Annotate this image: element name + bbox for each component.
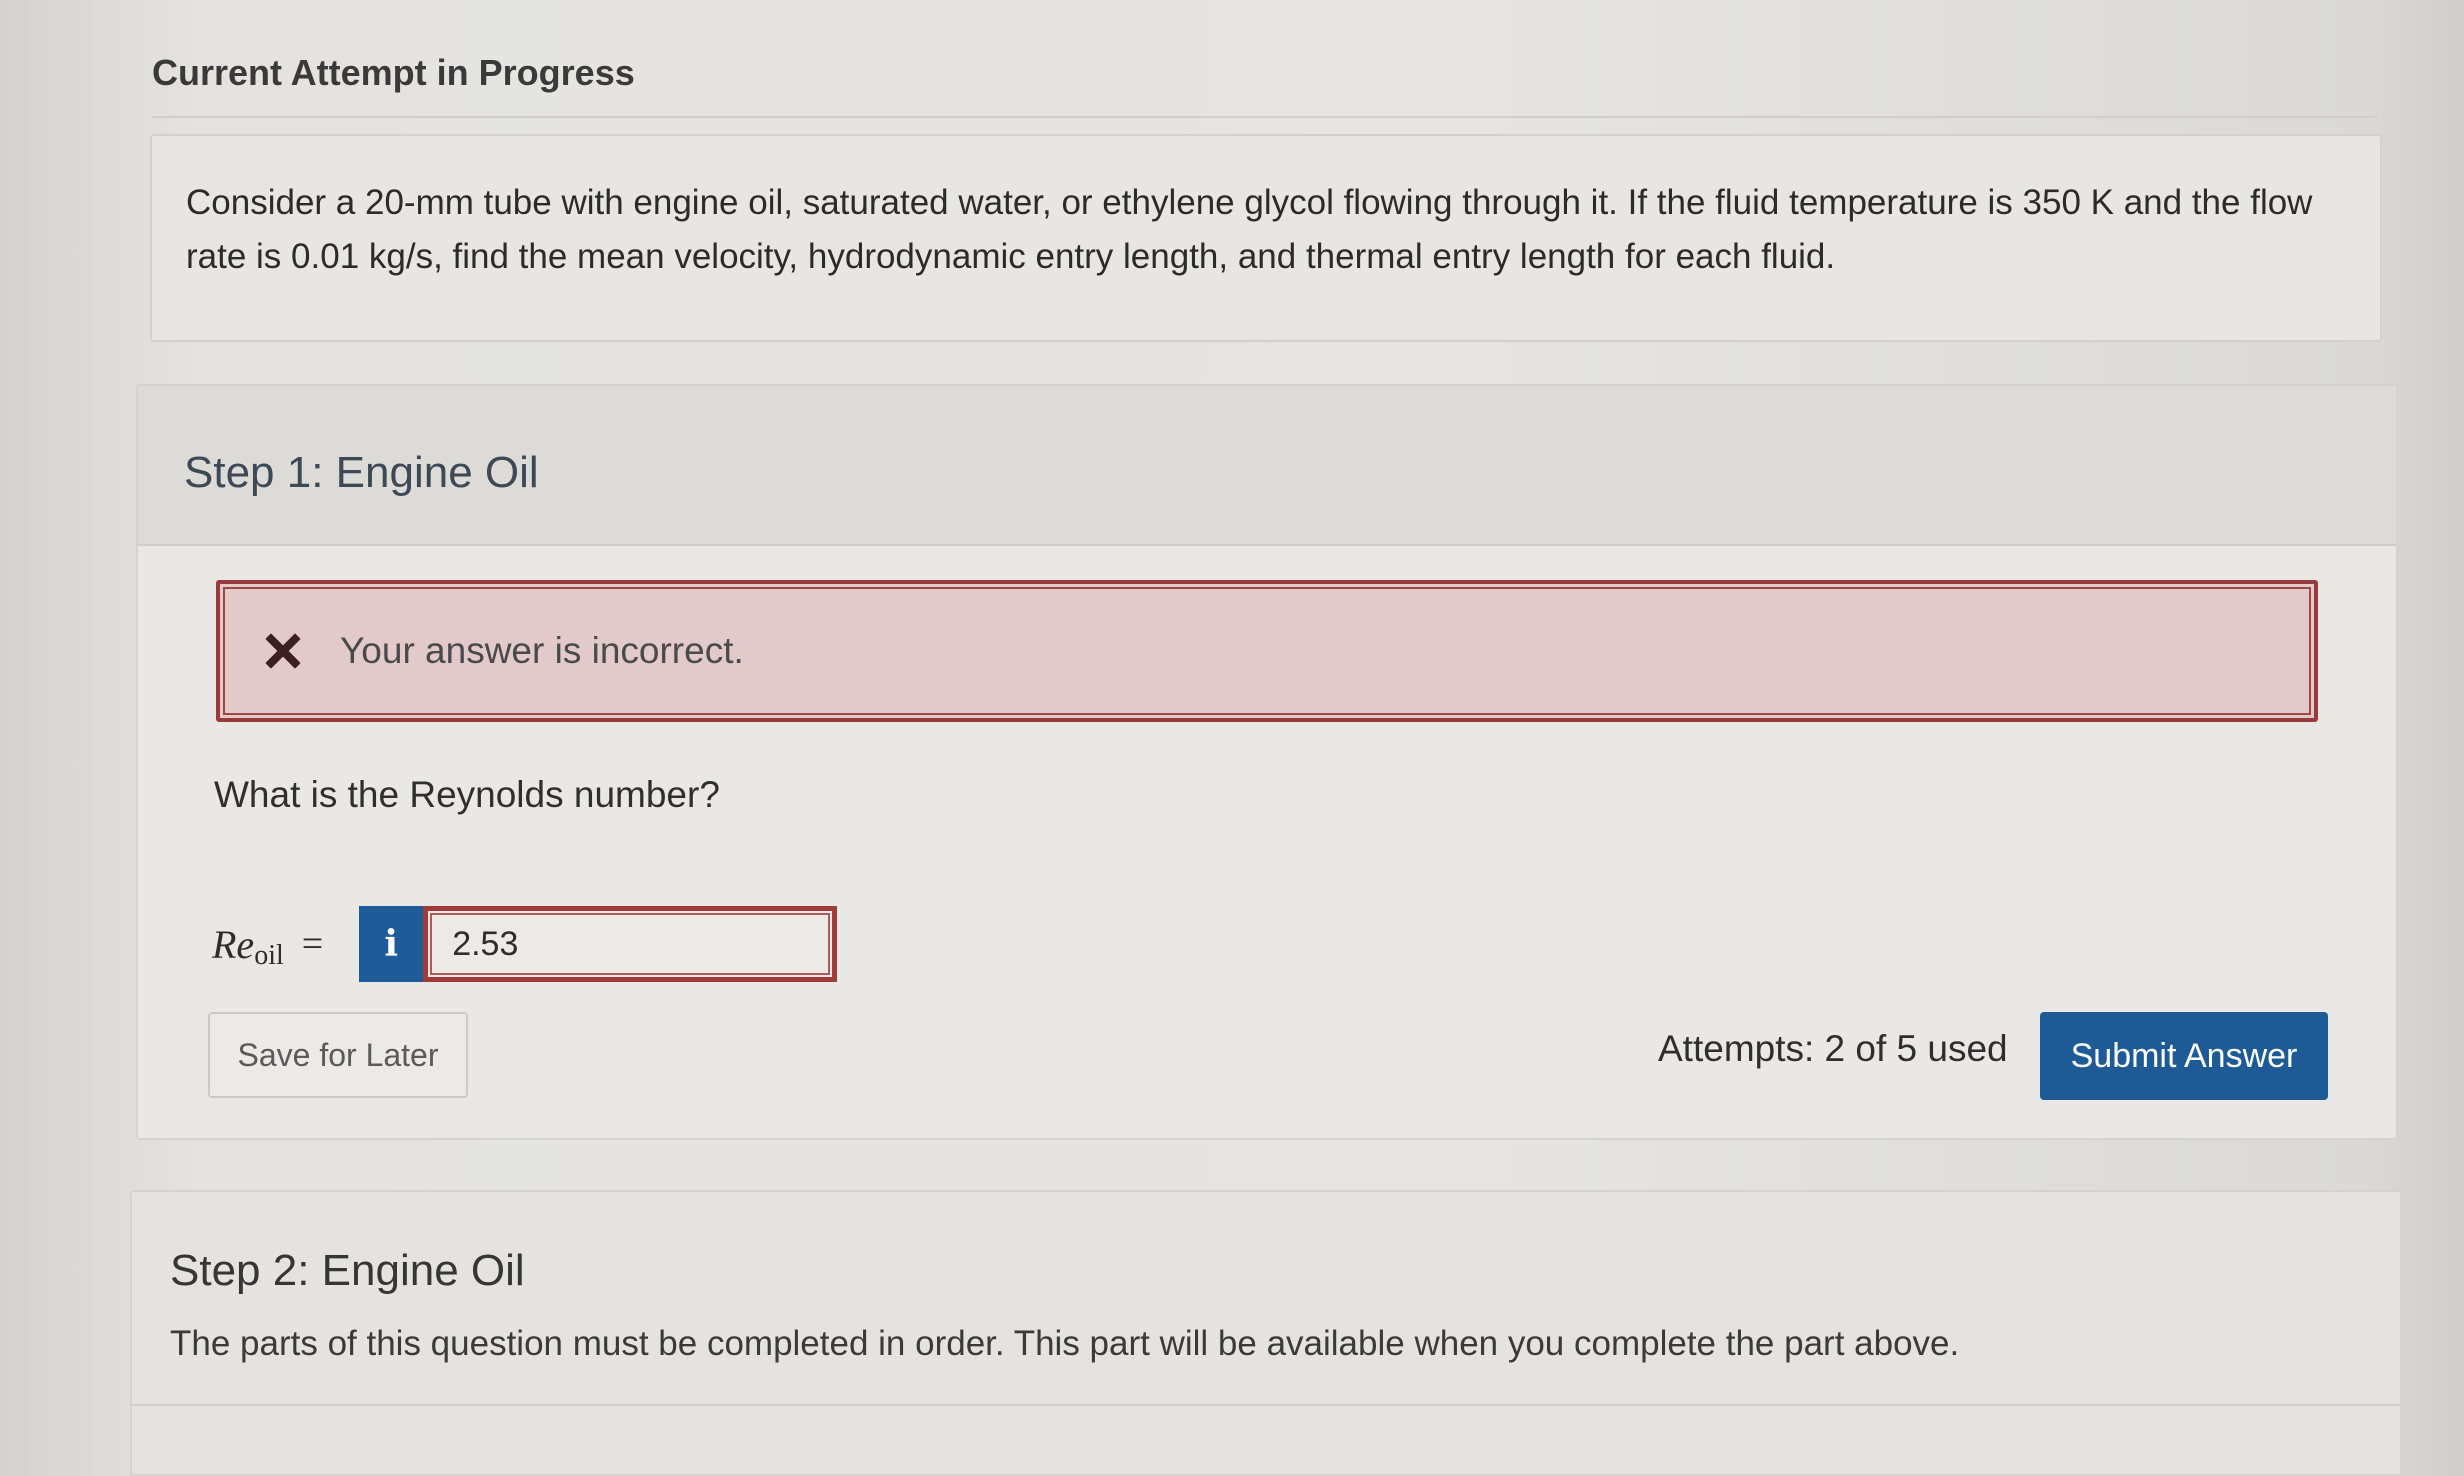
divider	[132, 1404, 2400, 1406]
question-panel: Consider a 20-mm tube with engine oil, s…	[150, 134, 2382, 342]
attempts-counter: Attempts: 2 of 5 used	[1658, 1028, 2008, 1069]
info-icon[interactable]: i	[359, 906, 424, 982]
step-2-panel: Step 2: Engine Oil The parts of this que…	[130, 1190, 2402, 1476]
reynolds-answer-input[interactable]: 2.53	[423, 906, 838, 982]
divider	[152, 116, 2378, 118]
step-2-title: Step 2: Engine Oil	[170, 1246, 525, 1295]
question-prompt: What is the Reynolds number?	[214, 774, 720, 815]
step-1-header: Step 1: Engine Oil	[138, 386, 2396, 546]
reynolds-symbol: Re	[212, 921, 255, 967]
answer-row: Re oil = i 2.53	[212, 906, 838, 982]
question-text: Consider a 20-mm tube with engine oil, s…	[186, 183, 2313, 276]
submit-answer-button[interactable]: Submit Answer	[2040, 1012, 2328, 1100]
step-2-locked-message: The parts of this question must be compl…	[170, 1324, 1960, 1363]
feedback-text: Your answer is incorrect.	[340, 630, 744, 671]
step-1-title: Step 1: Engine Oil	[184, 448, 539, 497]
page: Current Attempt in Progress Consider a 2…	[0, 0, 2464, 1476]
page-title: Current Attempt in Progress	[152, 52, 635, 93]
equals-sign: =	[301, 923, 324, 965]
save-for-later-button[interactable]: Save for Later	[208, 1012, 468, 1098]
x-icon	[264, 633, 300, 669]
step-1-panel: Step 1: Engine Oil Your answer is incorr…	[136, 384, 2398, 1140]
incorrect-feedback-banner: Your answer is incorrect.	[216, 580, 2318, 722]
reynolds-subscript: oil	[254, 940, 284, 971]
